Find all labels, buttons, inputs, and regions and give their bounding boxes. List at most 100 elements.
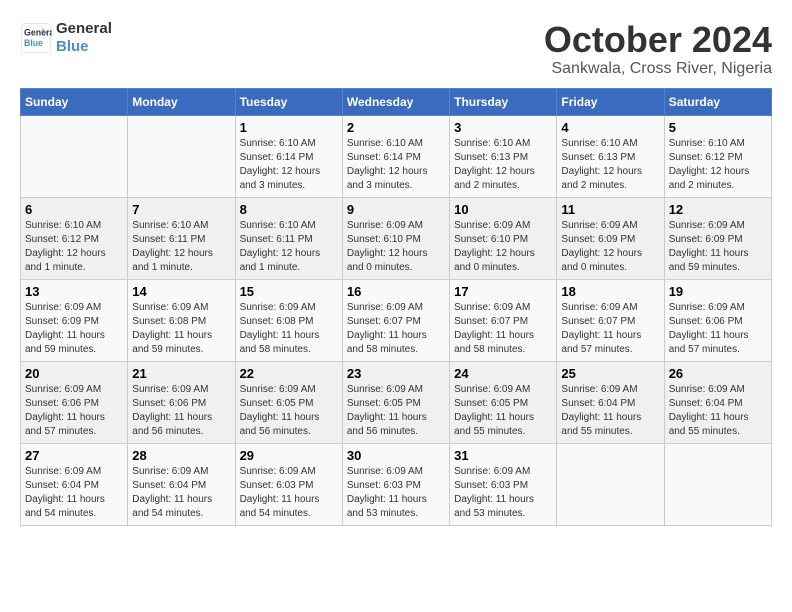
calendar-cell	[21, 115, 128, 197]
calendar-cell: 11 Sunrise: 6:09 AM Sunset: 6:09 PM Dayli…	[557, 197, 664, 279]
weekday-header: Thursday	[450, 88, 557, 115]
day-info: Sunrise: 6:09 AM Sunset: 6:09 PM Dayligh…	[561, 219, 659, 275]
day-info: Sunrise: 6:09 AM Sunset: 6:04 PM Dayligh…	[669, 383, 767, 439]
logo-line2: Blue	[56, 38, 89, 55]
day-number: 17	[454, 284, 552, 299]
weekday-header: Monday	[128, 88, 235, 115]
day-info: Sunrise: 6:10 AM Sunset: 6:11 PM Dayligh…	[132, 219, 230, 275]
day-info: Sunrise: 6:09 AM Sunset: 6:05 PM Dayligh…	[240, 383, 338, 439]
calendar-cell: 31Sunrise: 6:09 AM Sunset: 6:03 PM Dayli…	[450, 443, 557, 525]
calendar-cell: 8 Sunrise: 6:10 AM Sunset: 6:11 PM Daylig…	[235, 197, 342, 279]
calendar-cell: 1 Sunrise: 6:10 AM Sunset: 6:14 PM Daylig…	[235, 115, 342, 197]
day-number: 22	[240, 366, 338, 381]
day-info: Sunrise: 6:09 AM Sunset: 6:04 PM Dayligh…	[132, 465, 230, 521]
logo: General Blue General Blue	[20, 20, 112, 56]
calendar-week-row: 1 Sunrise: 6:10 AM Sunset: 6:14 PM Daylig…	[21, 115, 772, 197]
day-number: 19	[669, 284, 767, 299]
calendar-cell	[557, 443, 664, 525]
calendar-cell: 7 Sunrise: 6:10 AM Sunset: 6:11 PM Daylig…	[128, 197, 235, 279]
day-info: Sunrise: 6:09 AM Sunset: 6:10 PM Dayligh…	[454, 219, 552, 275]
day-info: Sunrise: 6:09 AM Sunset: 6:04 PM Dayligh…	[25, 465, 123, 521]
logo-text-area: General Blue	[56, 20, 112, 56]
day-info: Sunrise: 6:09 AM Sunset: 6:10 PM Dayligh…	[347, 219, 445, 275]
day-number: 29	[240, 448, 338, 463]
day-number: 11	[561, 202, 659, 217]
svg-text:General: General	[24, 28, 52, 38]
calendar-cell: 22 Sunrise: 6:09 AM Sunset: 6:05 PM Dayli…	[235, 361, 342, 443]
month-title: October 2024	[544, 20, 772, 60]
calendar-cell: 14Sunrise: 6:09 AM Sunset: 6:08 PM Dayli…	[128, 279, 235, 361]
day-info: Sunrise: 6:09 AM Sunset: 6:04 PM Dayligh…	[561, 383, 659, 439]
day-number: 13	[25, 284, 123, 299]
calendar-cell: 17Sunrise: 6:09 AM Sunset: 6:07 PM Dayli…	[450, 279, 557, 361]
day-info: Sunrise: 6:09 AM Sunset: 6:07 PM Dayligh…	[347, 301, 445, 357]
calendar-cell: 26 Sunrise: 6:09 AM Sunset: 6:04 PM Dayli…	[664, 361, 771, 443]
calendar-cell: 24Sunrise: 6:09 AM Sunset: 6:05 PM Dayli…	[450, 361, 557, 443]
day-number: 23	[347, 366, 445, 381]
day-number: 21	[132, 366, 230, 381]
calendar-cell: 29Sunrise: 6:09 AM Sunset: 6:03 PM Dayli…	[235, 443, 342, 525]
svg-text:Blue: Blue	[24, 38, 43, 48]
day-info: Sunrise: 6:10 AM Sunset: 6:11 PM Dayligh…	[240, 219, 338, 275]
calendar-cell: 16Sunrise: 6:09 AM Sunset: 6:07 PM Dayli…	[342, 279, 449, 361]
calendar-cell: 9 Sunrise: 6:09 AM Sunset: 6:10 PM Daylig…	[342, 197, 449, 279]
day-info: Sunrise: 6:09 AM Sunset: 6:06 PM Dayligh…	[25, 383, 123, 439]
day-number: 9	[347, 202, 445, 217]
day-number: 30	[347, 448, 445, 463]
day-number: 27	[25, 448, 123, 463]
calendar-cell: 20 Sunrise: 6:09 AM Sunset: 6:06 PM Dayli…	[21, 361, 128, 443]
day-info: Sunrise: 6:10 AM Sunset: 6:14 PM Dayligh…	[347, 137, 445, 193]
calendar-cell: 3 Sunrise: 6:10 AM Sunset: 6:13 PM Daylig…	[450, 115, 557, 197]
calendar-cell: 28Sunrise: 6:09 AM Sunset: 6:04 PM Dayli…	[128, 443, 235, 525]
day-number: 26	[669, 366, 767, 381]
logo-line1: General	[56, 20, 112, 37]
day-info: Sunrise: 6:09 AM Sunset: 6:05 PM Dayligh…	[347, 383, 445, 439]
day-number: 10	[454, 202, 552, 217]
day-info: Sunrise: 6:09 AM Sunset: 6:07 PM Dayligh…	[561, 301, 659, 357]
day-number: 4	[561, 120, 659, 135]
weekday-header-row: SundayMondayTuesdayWednesdayThursdayFrid…	[21, 88, 772, 115]
day-info: Sunrise: 6:10 AM Sunset: 6:13 PM Dayligh…	[454, 137, 552, 193]
day-number: 12	[669, 202, 767, 217]
weekday-header: Tuesday	[235, 88, 342, 115]
day-number: 1	[240, 120, 338, 135]
calendar-cell: 30 Sunrise: 6:09 AM Sunset: 6:03 PM Dayli…	[342, 443, 449, 525]
calendar-cell: 18Sunrise: 6:09 AM Sunset: 6:07 PM Dayli…	[557, 279, 664, 361]
calendar-cell: 27 Sunrise: 6:09 AM Sunset: 6:04 PM Dayli…	[21, 443, 128, 525]
calendar-cell	[664, 443, 771, 525]
day-info: Sunrise: 6:09 AM Sunset: 6:03 PM Dayligh…	[454, 465, 552, 521]
day-number: 20	[25, 366, 123, 381]
day-number: 14	[132, 284, 230, 299]
day-number: 7	[132, 202, 230, 217]
day-info: Sunrise: 6:10 AM Sunset: 6:12 PM Dayligh…	[669, 137, 767, 193]
weekday-header: Wednesday	[342, 88, 449, 115]
calendar-cell: 5 Sunrise: 6:10 AM Sunset: 6:12 PM Daylig…	[664, 115, 771, 197]
day-info: Sunrise: 6:10 AM Sunset: 6:13 PM Dayligh…	[561, 137, 659, 193]
calendar-cell: 10 Sunrise: 6:09 AM Sunset: 6:10 PM Dayli…	[450, 197, 557, 279]
title-area: October 2024 Sankwala, Cross River, Nige…	[544, 20, 772, 78]
calendar-cell: 21Sunrise: 6:09 AM Sunset: 6:06 PM Dayli…	[128, 361, 235, 443]
day-number: 15	[240, 284, 338, 299]
day-number: 3	[454, 120, 552, 135]
calendar-week-row: 27 Sunrise: 6:09 AM Sunset: 6:04 PM Dayli…	[21, 443, 772, 525]
calendar-cell: 6Sunrise: 6:10 AM Sunset: 6:12 PM Daylig…	[21, 197, 128, 279]
day-info: Sunrise: 6:10 AM Sunset: 6:14 PM Dayligh…	[240, 137, 338, 193]
header: General Blue General Blue October 2024 S…	[20, 20, 772, 78]
weekday-header: Friday	[557, 88, 664, 115]
calendar-cell: 4 Sunrise: 6:10 AM Sunset: 6:13 PM Daylig…	[557, 115, 664, 197]
calendar-cell: 13Sunrise: 6:09 AM Sunset: 6:09 PM Dayli…	[21, 279, 128, 361]
day-number: 6	[25, 202, 123, 217]
calendar-cell: 23 Sunrise: 6:09 AM Sunset: 6:05 PM Dayli…	[342, 361, 449, 443]
day-info: Sunrise: 6:09 AM Sunset: 6:03 PM Dayligh…	[347, 465, 445, 521]
calendar-week-row: 6Sunrise: 6:10 AM Sunset: 6:12 PM Daylig…	[21, 197, 772, 279]
calendar-cell: 12Sunrise: 6:09 AM Sunset: 6:09 PM Dayli…	[664, 197, 771, 279]
weekday-header: Saturday	[664, 88, 771, 115]
day-info: Sunrise: 6:09 AM Sunset: 6:06 PM Dayligh…	[669, 301, 767, 357]
day-number: 8	[240, 202, 338, 217]
day-number: 2	[347, 120, 445, 135]
calendar-cell: 25 Sunrise: 6:09 AM Sunset: 6:04 PM Dayli…	[557, 361, 664, 443]
calendar-cell: 2 Sunrise: 6:10 AM Sunset: 6:14 PM Daylig…	[342, 115, 449, 197]
day-number: 25	[561, 366, 659, 381]
day-number: 5	[669, 120, 767, 135]
logo-icon: General Blue	[20, 22, 52, 54]
